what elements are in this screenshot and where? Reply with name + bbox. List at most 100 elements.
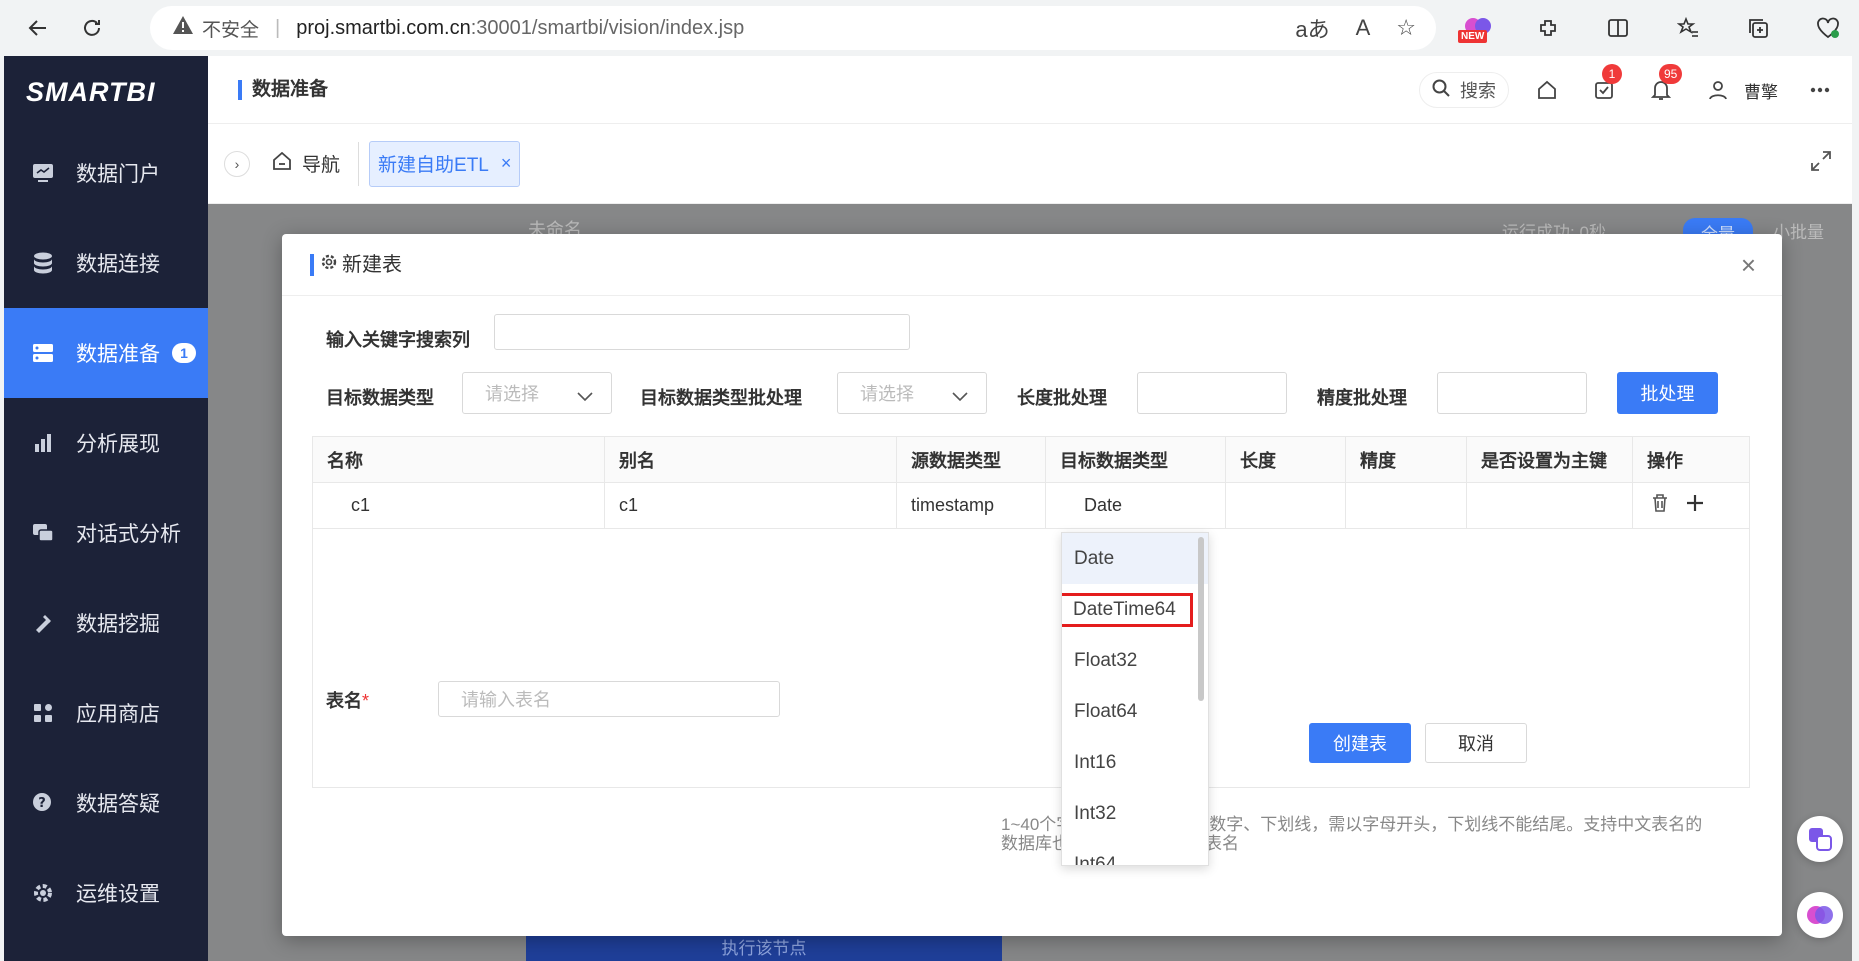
precision-batch-label: 精度批处理	[1317, 388, 1407, 408]
sidebar-item-analysis[interactable]: 分析展现	[4, 398, 208, 488]
ai-assistant-icon[interactable]	[1797, 892, 1843, 938]
sidebar-item-label: 运维设置	[76, 883, 160, 906]
collections-icon[interactable]	[1738, 8, 1778, 48]
collapse-chevron-icon[interactable]: ›	[224, 150, 250, 177]
read-mode-icon[interactable]: aあ	[1295, 12, 1329, 44]
batch-type-select[interactable]: 请选择	[837, 372, 987, 414]
address-bar[interactable]: 不安全 | proj.smartbi.com.cn:30001/smartbi/…	[150, 6, 1436, 50]
table-name-input[interactable]: 请输入表名	[438, 681, 780, 717]
extensions-icon[interactable]	[1528, 8, 1568, 48]
cell-length[interactable]	[1226, 483, 1346, 528]
read-aloud-icon[interactable]: A	[1356, 15, 1371, 41]
column-search-input[interactable]	[494, 314, 910, 350]
translate-icon[interactable]	[1797, 816, 1843, 862]
table-name-label: 表名*	[326, 691, 370, 711]
insecure-label: 不安全	[202, 19, 260, 41]
sidebar-item-data-portal[interactable]: 数据门户	[4, 128, 208, 218]
dropdown-option-selected[interactable]: DateTime64	[1062, 584, 1208, 635]
tab-label: 新建自助ETL	[378, 155, 489, 176]
svg-text:?: ?	[38, 796, 46, 811]
target-type-select[interactable]: 请选择	[462, 372, 612, 414]
dropdown-option[interactable]: Float64	[1062, 686, 1208, 737]
dropdown-option[interactable]: Int32	[1062, 788, 1208, 839]
cell-primary-key[interactable]	[1467, 483, 1633, 528]
column-header: 别名	[605, 437, 897, 482]
more-icon[interactable]	[1800, 70, 1840, 110]
tab-new-etl[interactable]: 新建自助ETL ×	[369, 140, 521, 187]
database-icon	[30, 250, 56, 276]
dropdown-option[interactable]: Date	[1062, 533, 1208, 584]
refresh-icon[interactable]	[72, 8, 112, 48]
column-header: 操作	[1647, 450, 1683, 471]
server-icon	[30, 340, 56, 366]
sidebar-item-data-preparation[interactable]: 数据准备 1	[4, 308, 208, 398]
tasks-icon[interactable]: 1	[1584, 64, 1624, 110]
trash-icon[interactable]	[1651, 493, 1669, 518]
favorite-star-icon[interactable]: ☆	[1396, 15, 1416, 41]
column-header: 源数据类型	[897, 437, 1046, 482]
chevron-down-icon	[577, 386, 593, 407]
user-name[interactable]: 曹擎	[1744, 78, 1778, 103]
bar-chart-icon	[30, 430, 56, 456]
columns-table: 名称 别名 源数据类型 目标数据类型 长度 精度 是否设置为主键 操作 c1 c…	[312, 436, 1750, 788]
global-search[interactable]: 搜索	[1419, 72, 1509, 108]
sidebar-item-data-mining[interactable]: 数据挖掘	[4, 578, 208, 668]
favorites-icon[interactable]	[1668, 8, 1708, 48]
cancel-button[interactable]: 取消	[1425, 723, 1527, 763]
dropdown-option[interactable]: Int16	[1062, 737, 1208, 788]
create-table-button[interactable]: 创建表	[1309, 723, 1411, 763]
cell-alias[interactable]: c1	[605, 483, 897, 528]
fullscreen-icon[interactable]	[1810, 150, 1832, 177]
sidebar-item-ops-settings[interactable]: 运维设置	[4, 848, 208, 938]
chat-icon	[30, 520, 56, 546]
sidebar-item-label: 数据连接	[76, 253, 160, 276]
copilot-icon[interactable]: NEW	[1458, 8, 1498, 48]
close-icon[interactable]: ×	[1741, 252, 1756, 278]
sidebar-item-label: 数据准备	[76, 343, 160, 366]
sidebar-item-qa[interactable]: ? 数据答疑	[4, 758, 208, 848]
search-icon	[1432, 79, 1450, 102]
batch-process-button[interactable]: 批处理	[1617, 372, 1718, 414]
search-label: 搜索	[1460, 81, 1496, 101]
sidebar-item-label: 数据门户	[76, 163, 160, 186]
app-header: 数据准备 搜索 1 95 曹擎	[208, 56, 1852, 124]
back-arrow-icon[interactable]	[18, 8, 58, 48]
precision-batch-input[interactable]	[1437, 372, 1587, 414]
cell-target-type-select[interactable]: Date	[1046, 483, 1226, 528]
column-header: 名称	[313, 437, 605, 482]
user-avatar-icon[interactable]	[1698, 70, 1738, 110]
sidebar-item-label: 数据挖掘	[76, 613, 160, 636]
length-batch-label: 长度批处理	[1017, 388, 1107, 408]
gear-icon	[30, 880, 56, 906]
notify-badge: 95	[1659, 64, 1683, 84]
tab-navigation[interactable]: 导航	[272, 141, 360, 186]
url-separator: |	[275, 16, 281, 39]
sidebar-item-label: 数据答疑	[76, 793, 160, 816]
nav-label: 导航	[302, 155, 341, 176]
table-row: c1 c1 timestamp Date	[313, 483, 1749, 529]
tasks-badge: 1	[1602, 64, 1622, 84]
close-tab-icon[interactable]: ×	[501, 153, 512, 174]
length-batch-input[interactable]	[1137, 372, 1287, 414]
health-icon[interactable]	[1808, 8, 1848, 48]
dropdown-scrollbar[interactable]	[1198, 537, 1204, 701]
page-title: 数据准备	[238, 79, 328, 100]
cell-precision[interactable]	[1346, 483, 1467, 528]
dropdown-option[interactable]: Int64	[1062, 839, 1208, 866]
help-icon: ?	[30, 790, 56, 816]
cell-source-type: timestamp	[897, 483, 1046, 528]
sidebar-item-conversational[interactable]: 对话式分析	[4, 488, 208, 578]
monitor-icon	[30, 160, 56, 186]
settings-icon	[320, 253, 338, 276]
home-icon[interactable]	[1527, 70, 1567, 110]
input-placeholder: 请输入表名	[461, 690, 551, 710]
add-icon[interactable]	[1685, 493, 1705, 518]
bell-icon[interactable]: 95	[1641, 64, 1683, 110]
target-type-label: 目标数据类型	[326, 388, 434, 408]
column-header: 长度	[1226, 437, 1346, 482]
sidebar-item-app-store[interactable]: 应用商店	[4, 668, 208, 758]
sidebar-item-data-connection[interactable]: 数据连接	[4, 218, 208, 308]
dropdown-option[interactable]: Float32	[1062, 635, 1208, 686]
column-header: 是否设置为主键	[1467, 437, 1633, 482]
split-screen-icon[interactable]	[1598, 8, 1638, 48]
